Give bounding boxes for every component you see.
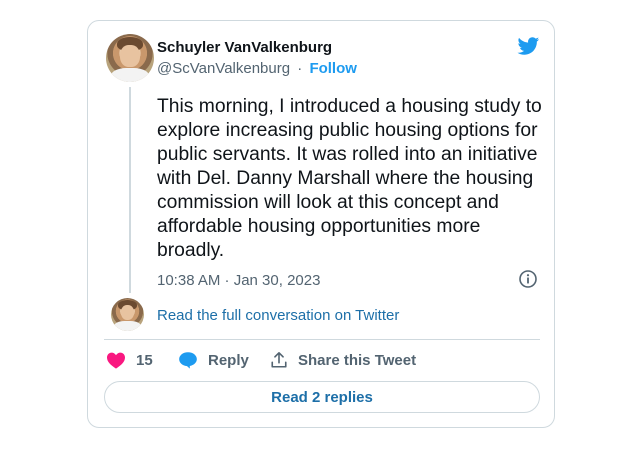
author-avatar[interactable]	[106, 34, 154, 82]
share-icon	[271, 351, 287, 368]
like-count: 15	[136, 351, 153, 369]
divider	[104, 339, 540, 340]
thread-line	[129, 87, 131, 293]
like-button[interactable]: 15	[106, 351, 153, 369]
info-icon[interactable]	[518, 269, 538, 289]
read-replies-button[interactable]: Read 2 replies	[104, 381, 540, 413]
reply-label: Reply	[208, 351, 249, 369]
tweet-timestamp[interactable]: 10:38 AM · Jan 30, 2023	[157, 272, 320, 289]
share-button[interactable]: Share this Tweet	[270, 351, 416, 369]
author-name[interactable]: Schuyler VanValkenburg	[157, 39, 332, 56]
read-full-conversation-link[interactable]: Read the full conversation on Twitter	[157, 307, 399, 324]
tweet-text: This morning, I introduced a housing stu…	[157, 96, 542, 261]
share-label: Share this Tweet	[298, 351, 417, 369]
heart-icon	[107, 352, 125, 369]
separator-dot: ·	[297, 60, 303, 77]
author-handle[interactable]: @ScVanValkenburg	[157, 60, 290, 77]
follow-button[interactable]: Follow	[309, 60, 357, 77]
tweet-actions: 15 Reply Share this Tweet	[104, 351, 540, 371]
twitter-bird-icon[interactable]	[516, 35, 541, 57]
reply-bubble-icon	[179, 352, 197, 369]
reply-button[interactable]: Reply	[178, 351, 249, 369]
author-handle-row: @ScVanValkenburg · Follow	[157, 60, 357, 77]
tweet-card: Schuyler VanValkenburg @ScVanValkenburg …	[87, 20, 555, 428]
conversation-avatar	[111, 298, 144, 331]
